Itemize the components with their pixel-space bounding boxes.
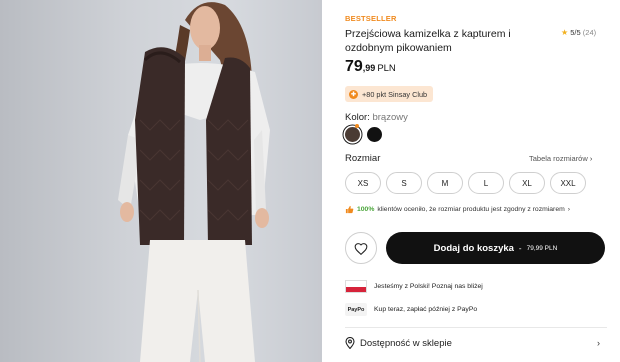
star-icon: ★ [561,28,569,37]
product-photo[interactable] [0,0,322,362]
fit-text: klientów oceniło, że rozmiar produktu je… [377,206,565,213]
chevron-right-icon: › [567,206,571,213]
chevron-right-icon: › [589,154,593,163]
add-to-cart-button[interactable]: Dodaj do koszyka - 79,99 PLN [386,232,605,264]
fit-info[interactable]: 100% klientów oceniło, że rozmiar produk… [345,205,570,214]
color-swatch-black[interactable] [367,127,382,142]
add-to-cart-separator: - [518,243,522,253]
store-availability-label: Dostępność w sklepie [360,337,452,349]
size-option-l[interactable]: L [468,172,504,194]
location-pin-icon [345,337,355,349]
club-icon: ✚ [349,89,358,99]
polish-flag-icon [345,280,367,293]
paypo-info[interactable]: PayPo Kup teraz, zapłać później z PayPo [345,303,477,316]
club-points-badge: ✚ +80 pkt Sinsay Club [345,86,434,102]
color-swatch-brown[interactable] [345,127,360,142]
wishlist-button[interactable] [345,232,377,264]
fit-percentage: 100% [357,206,375,213]
divider [345,327,607,328]
price-integer: 79 [345,58,363,75]
size-option-xl[interactable]: XL [509,172,545,194]
paypo-logo-icon: PayPo [345,303,367,316]
rating[interactable]: ★ 5/5 (24) [561,28,596,37]
store-availability[interactable]: Dostępność w sklepie [345,337,452,349]
selected-dot-icon [355,124,359,128]
color-label: Kolor: brązowy [345,112,408,123]
product-title: Przejściowa kamizelka z kapturem i ozdob… [345,28,511,54]
heart-icon [354,242,368,255]
rating-score: 5/5 [570,28,581,37]
paypo-text: Kup teraz, zapłać później z PayPo [374,306,478,313]
model-illustration [118,2,270,362]
bestseller-badge: BESTSELLER [345,14,397,23]
size-table-link[interactable]: Tabela rozmiarów › [529,154,592,163]
price-decimal: ,99 [362,63,376,73]
made-in-poland-info[interactable]: Jesteśmy z Polski! Poznaj nas bliżej [345,280,483,293]
color-label-prefix: Kolor: [345,112,373,123]
club-points-text: +80 pkt Sinsay Club [362,89,428,99]
add-to-cart-price: 79,99 PLN [526,244,558,252]
add-to-cart-label: Dodaj do koszyka [433,242,514,254]
chevron-right-icon: › [597,338,600,348]
product-price: 79,99 PLN [345,58,396,76]
price-currency: PLN [377,63,396,74]
size-option-xxl[interactable]: XXL [550,172,586,194]
size-label: Rozmiar [345,153,381,164]
made-in-poland-text: Jesteśmy z Polski! Poznaj nas bliżej [374,283,483,290]
size-option-xs[interactable]: XS [345,172,381,194]
size-options: XS S M L XL XXL [345,172,586,194]
size-table-label: Tabela rozmiarów [529,154,588,163]
size-option-s[interactable]: S [386,172,422,194]
color-value: brązowy [372,112,408,123]
rating-count: (24) [582,28,597,37]
thumbs-up-icon [345,205,354,214]
product-details: BESTSELLER Przejściowa kamizelka z kaptu… [345,0,607,362]
size-option-m[interactable]: M [427,172,463,194]
